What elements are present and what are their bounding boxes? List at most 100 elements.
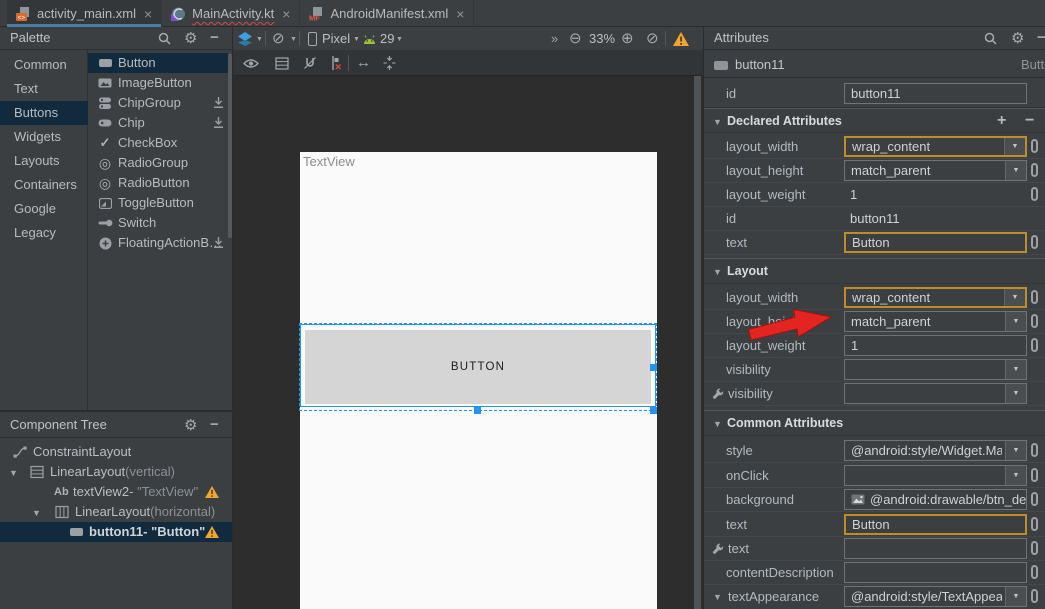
pick-resource-icon[interactable] (1031, 541, 1038, 555)
chevron-down-icon[interactable]: ▼ (1005, 466, 1026, 485)
pick-resource-icon[interactable] (1031, 565, 1038, 579)
canvas-button[interactable]: BUTTON (305, 330, 651, 404)
pick-resource-icon[interactable] (1031, 338, 1038, 352)
onclick-dropdown[interactable]: ▼ (844, 465, 1027, 486)
caret-down-icon[interactable]: ▼ (353, 36, 360, 43)
zoom-to-fit-icon[interactable]: ⊘ (646, 31, 659, 46)
chevron-down-icon[interactable]: ▼ (1005, 312, 1026, 331)
infer-constraints-icon[interactable]: ↔ (356, 54, 371, 71)
search-icon[interactable] (984, 32, 997, 45)
palette-item-radiogroup[interactable]: ◎ RadioGroup (88, 153, 232, 173)
default-margins-icon[interactable] (383, 56, 396, 70)
id-input[interactable]: button11 (844, 83, 1027, 104)
tools-visibility-dropdown[interactable]: ▼ (844, 383, 1027, 404)
minimize-icon[interactable]: − (210, 31, 219, 45)
section-common-attributes[interactable]: ▼ Common Attributes (704, 410, 1045, 436)
pick-resource-icon[interactable] (1031, 468, 1038, 482)
download-icon[interactable] (213, 97, 224, 109)
text-input[interactable]: Button (844, 514, 1027, 535)
remove-attribute-button[interactable]: − (1025, 112, 1034, 130)
view-options-eye-icon[interactable] (243, 58, 259, 69)
palette-item-floatingactionbutton[interactable]: FloatingActionB… (88, 233, 232, 253)
warning-icon[interactable] (205, 486, 219, 498)
tab-activity-main-xml[interactable]: <> activity_main.xml × (7, 0, 162, 27)
section-declared-attributes[interactable]: ▼ Declared Attributes + − (704, 108, 1045, 133)
style-dropdown[interactable]: @android:style/Widget.Mat ▼ (844, 440, 1027, 461)
warnings-icon[interactable] (673, 32, 689, 46)
gear-icon[interactable]: ⚙ (184, 31, 197, 46)
caret-down-icon[interactable]: ▼ (396, 36, 403, 43)
design-scrollbar[interactable] (694, 76, 701, 609)
gear-icon[interactable]: ⚙ (1011, 31, 1024, 46)
contentdescription-input[interactable] (844, 562, 1027, 583)
chevron-down-icon[interactable]: ▼ (1005, 360, 1026, 379)
warning-icon[interactable] (205, 526, 219, 538)
layout-width-dropdown[interactable]: wrap_content ▼ (844, 287, 1027, 308)
caret-down-icon[interactable]: ▼ (256, 36, 263, 43)
palette-item-radiobutton[interactable]: ◎ RadioButton (88, 173, 232, 193)
layout-height-dropdown[interactable]: match_parent ▼ (844, 311, 1027, 332)
text-input[interactable]: Button (844, 232, 1027, 253)
minimize-icon[interactable]: − (1037, 31, 1045, 45)
pick-resource-icon[interactable] (1031, 589, 1038, 603)
close-icon[interactable]: × (144, 7, 152, 21)
tab-mainactivity-kt[interactable]: MainActivity.kt × (162, 0, 300, 27)
pick-resource-icon[interactable] (1031, 314, 1038, 328)
layout-height-dropdown[interactable]: match_parent ▼ (844, 160, 1027, 181)
close-icon[interactable]: × (456, 7, 464, 21)
tree-node-linearlayout-vertical[interactable]: ▼ LinearLayout(vertical) (0, 462, 232, 482)
close-icon[interactable]: × (282, 7, 290, 21)
add-attribute-button[interactable]: + (997, 112, 1006, 130)
pick-resource-icon[interactable] (1031, 290, 1038, 304)
clear-constraints-icon[interactable] (329, 56, 342, 70)
tree-node-button11[interactable]: button11- "Button" (0, 522, 232, 542)
orientation-blueprint-icon[interactable] (275, 57, 289, 70)
api-level-selector[interactable]: 29 (380, 31, 394, 46)
pick-resource-icon[interactable] (1031, 139, 1038, 153)
layout-weight-value[interactable]: 1 (850, 187, 857, 202)
tree-node-linearlayout-horizontal[interactable]: ▼ LinearLayout(horizontal) (0, 502, 232, 522)
device-selector[interactable]: Pixel (322, 31, 350, 46)
tree-node-textview2[interactable]: Ab textView2- "TextView" (0, 482, 232, 502)
tab-androidmanifest-xml[interactable]: MF AndroidManifest.xml × (300, 0, 474, 27)
minimize-icon[interactable]: − (210, 418, 219, 432)
resize-handle-right[interactable] (650, 364, 657, 371)
palette-item-imagebutton[interactable]: ImageButton (88, 73, 232, 93)
autoconnect-off-magnet-icon[interactable] (303, 56, 317, 70)
orientation-icon[interactable]: ⊘ (272, 31, 285, 46)
chevron-down-icon[interactable]: ▼ (1005, 441, 1026, 460)
section-collapse-icon[interactable]: ▼ (713, 419, 722, 429)
palette-item-checkbox[interactable]: ✓ CheckBox (88, 133, 232, 153)
id-value[interactable]: button11 (850, 211, 900, 226)
zoom-in-icon[interactable]: ⊕ (621, 31, 634, 46)
palette-item-togglebutton[interactable]: ToggleButton (88, 193, 232, 213)
download-icon[interactable] (213, 117, 224, 129)
palette-item-chip[interactable]: Chip (88, 113, 232, 133)
chevron-down-icon[interactable]: ▼ (1004, 289, 1025, 306)
layout-width-dropdown[interactable]: wrap_content ▼ (844, 136, 1027, 157)
pick-resource-icon[interactable] (1031, 163, 1038, 177)
gear-icon[interactable]: ⚙ (184, 418, 197, 433)
palette-scrollbar[interactable] (228, 53, 232, 238)
textappearance-dropdown[interactable]: @android:style/TextAppear ▼ (844, 586, 1027, 607)
caret-down-icon[interactable]: ▼ (290, 36, 297, 43)
download-icon[interactable] (213, 237, 224, 249)
palette-item-switch[interactable]: Switch (88, 213, 232, 233)
pick-resource-icon[interactable] (1031, 492, 1038, 506)
pick-resource-icon[interactable] (1031, 187, 1038, 201)
pick-resource-icon[interactable] (1031, 443, 1038, 457)
layout-weight-input[interactable]: 1 (844, 335, 1027, 356)
zoom-out-icon[interactable]: ⊖ (569, 31, 582, 46)
pick-resource-icon[interactable] (1031, 235, 1038, 249)
section-layout[interactable]: ▼ Layout (704, 258, 1045, 284)
palette-item-button[interactable]: Button (88, 53, 232, 73)
tools-text-input[interactable] (844, 538, 1027, 559)
design-mode-icon[interactable] (237, 31, 253, 47)
chevron-down-icon[interactable]: ▼ (1004, 138, 1025, 155)
pick-resource-icon[interactable] (1031, 517, 1038, 531)
chevron-down-icon[interactable]: ▼ (1005, 587, 1026, 606)
toolbar-overflow[interactable]: » (551, 31, 558, 46)
palette-item-chipgroup[interactable]: ChipGroup (88, 93, 232, 113)
expand-arrow-icon[interactable]: ▼ (713, 592, 722, 602)
chevron-expanded-icon[interactable]: ▼ (32, 503, 41, 523)
